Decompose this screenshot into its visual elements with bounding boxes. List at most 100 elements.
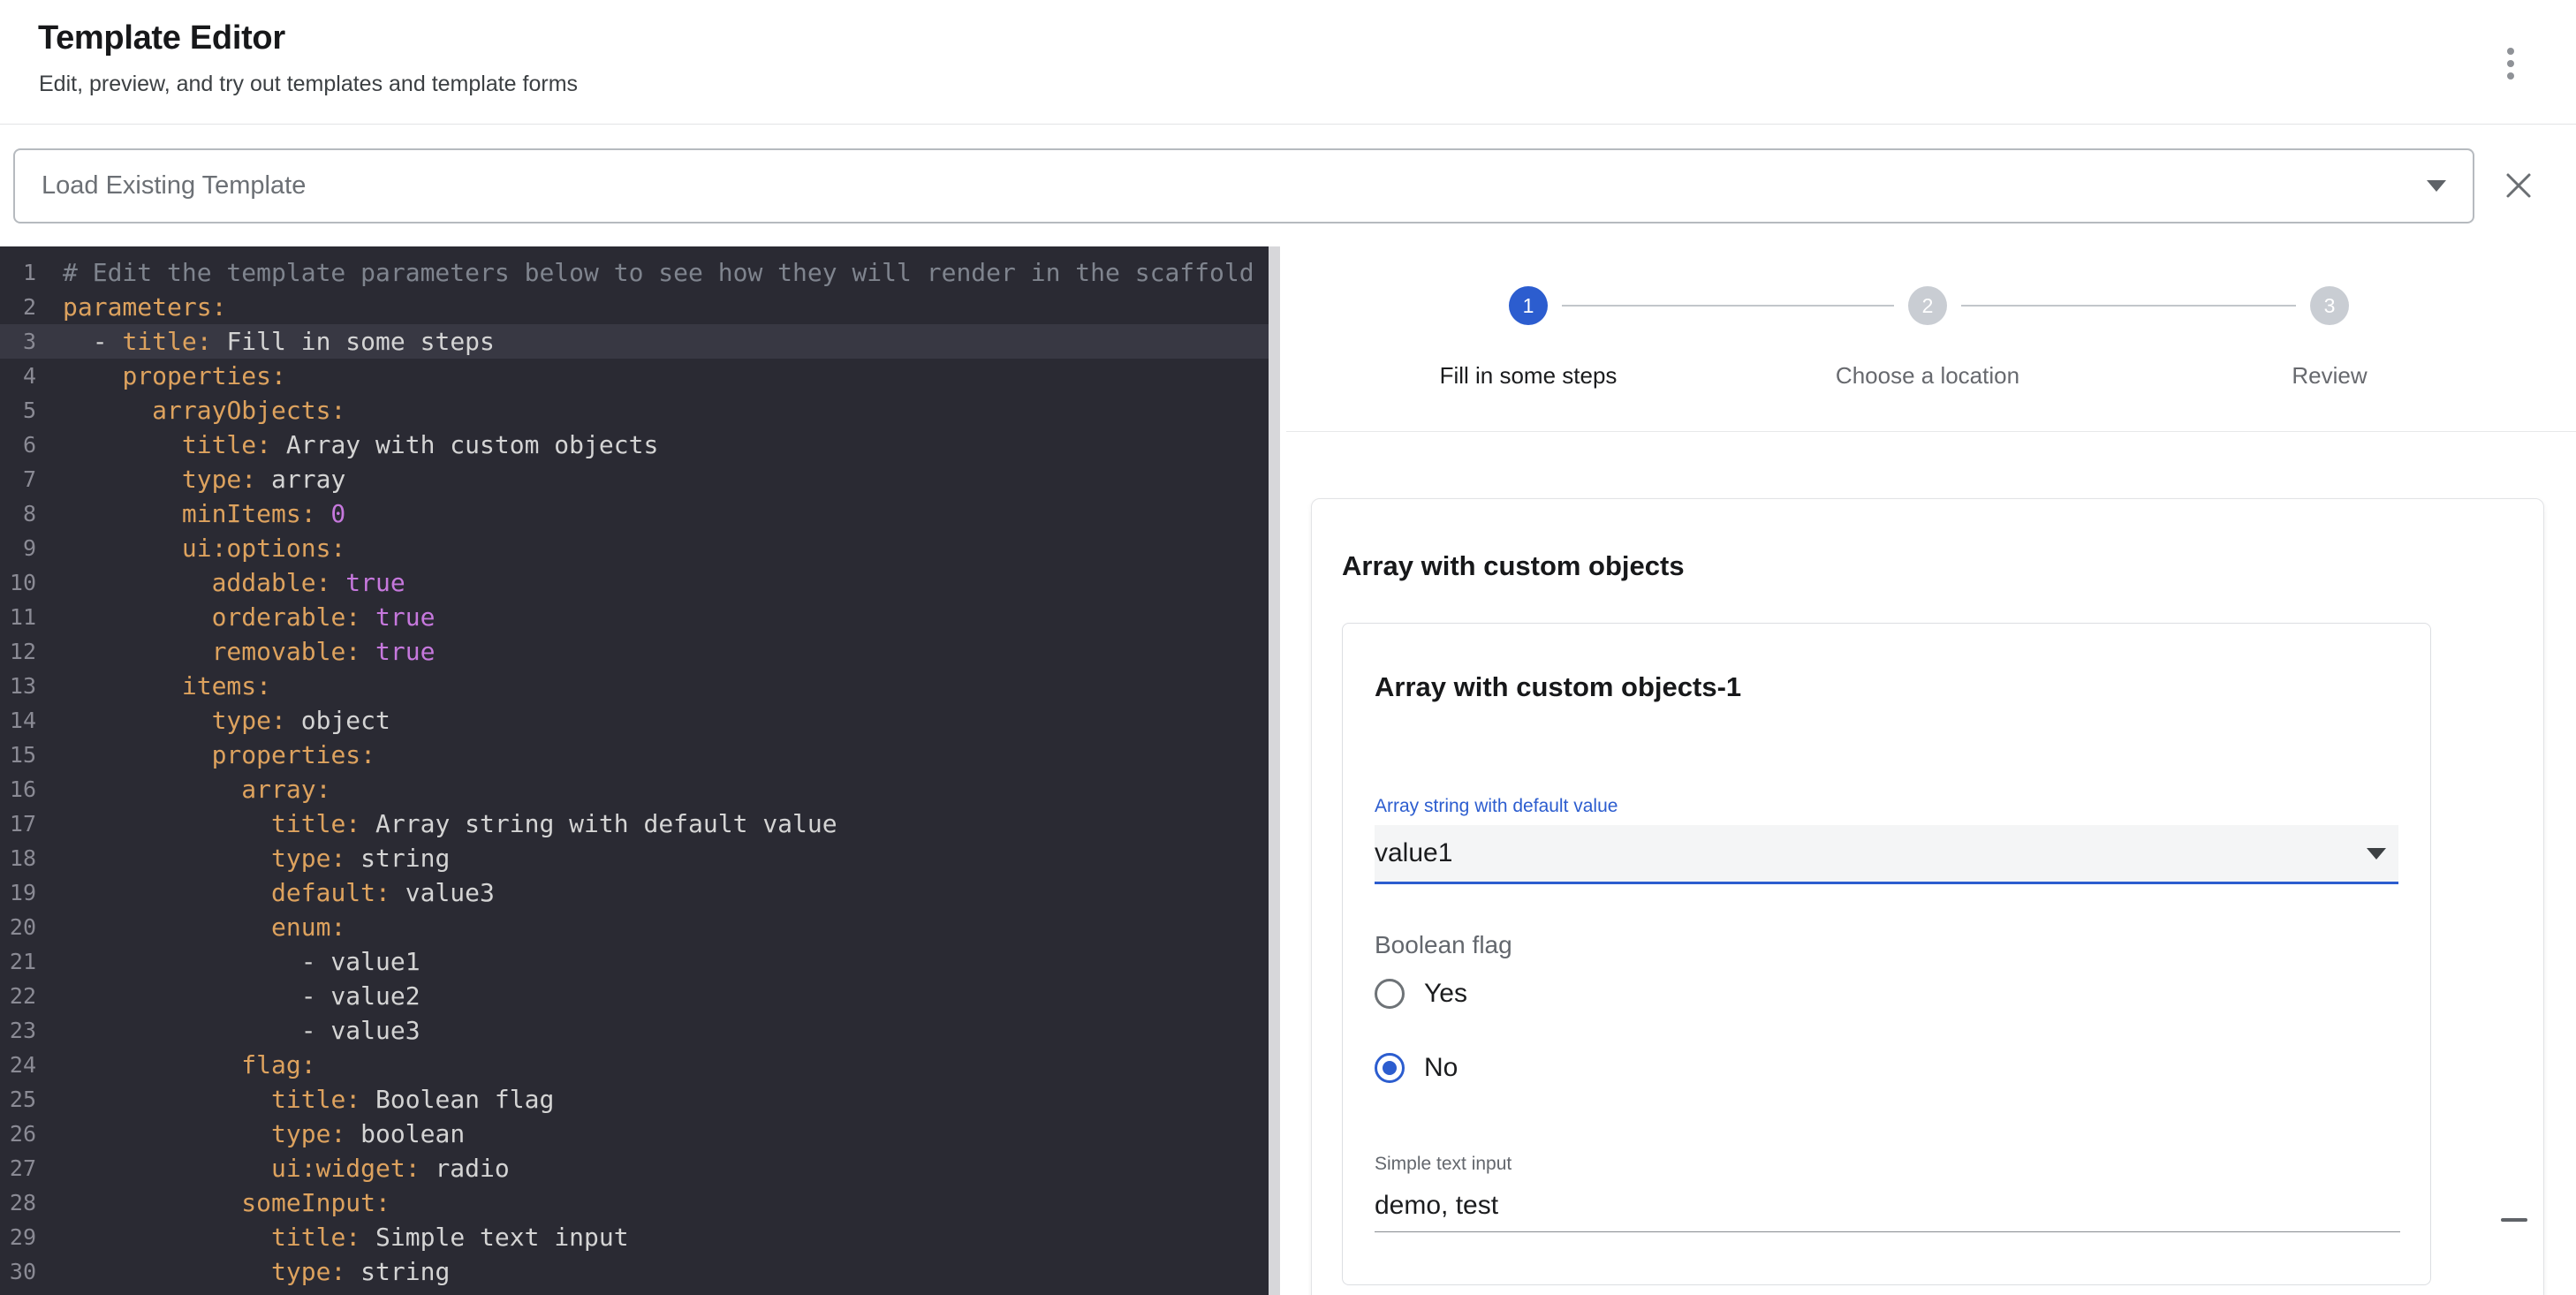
editor-line[interactable]: 7 type: array — [0, 462, 1280, 496]
code-line: type: object — [63, 703, 390, 738]
editor-line[interactable]: 28 someInput: — [0, 1185, 1280, 1220]
editor-line[interactable]: 1# Edit the template parameters below to… — [0, 255, 1280, 290]
line-number: 22 — [0, 979, 36, 1013]
editor-line[interactable]: 23 - value3 — [0, 1013, 1280, 1048]
chevron-down-icon — [2367, 848, 2386, 860]
header-divider — [0, 124, 2576, 125]
step-label-review: Review — [2144, 362, 2515, 390]
editor-line[interactable]: 12 removable: true — [0, 634, 1280, 669]
line-number: 27 — [0, 1151, 36, 1185]
code-line: items: — [63, 669, 271, 703]
array-select-label: Array string with default value — [1375, 795, 2398, 818]
code-line: title: Array string with default value — [63, 807, 837, 841]
editor-line[interactable]: 6 title: Array with custom objects — [0, 428, 1280, 462]
code-line: - value3 — [63, 1013, 420, 1048]
clear-template-button[interactable] — [2492, 159, 2545, 212]
editor-line[interactable]: 19 default: value3 — [0, 875, 1280, 910]
line-number: 23 — [0, 1013, 36, 1048]
editor-line[interactable]: 4 properties: — [0, 359, 1280, 393]
close-icon — [2503, 170, 2534, 201]
array-select-value: value1 — [1375, 838, 1452, 868]
editor-line[interactable]: 24 flag: — [0, 1048, 1280, 1082]
editor-line[interactable]: 17 title: Array string with default valu… — [0, 807, 1280, 841]
code-line: default: value3 — [63, 875, 495, 910]
line-number: 24 — [0, 1048, 36, 1082]
editor-line[interactable]: 2parameters: — [0, 290, 1280, 324]
line-number: 7 — [0, 462, 36, 496]
line-number: 26 — [0, 1117, 36, 1151]
simple-text-input[interactable]: demo, test — [1375, 1188, 2400, 1232]
boolean-flag-label: Boolean flag — [1375, 930, 2398, 960]
chevron-down-icon — [2427, 180, 2446, 192]
page-subtitle: Edit, preview, and try out templates and… — [39, 71, 578, 97]
yaml-editor[interactable]: 1# Edit the template parameters below to… — [0, 246, 1280, 1295]
editor-line[interactable]: 22 - value2 — [0, 979, 1280, 1013]
line-number: 3 — [0, 324, 36, 359]
radio-option-label: No — [1424, 1053, 1458, 1083]
editor-line[interactable]: 26 type: boolean — [0, 1117, 1280, 1151]
line-number: 1 — [0, 255, 36, 290]
step-label-fill-in-some-steps: Fill in some steps — [1343, 362, 1714, 390]
line-number: 30 — [0, 1254, 36, 1289]
kebab-dot-icon — [2507, 72, 2514, 80]
editor-line[interactable]: 8 minItems: 0 — [0, 496, 1280, 531]
editor-line[interactable]: 9 ui:options: — [0, 531, 1280, 565]
code-line: - title: Fill in some steps — [63, 324, 495, 359]
editor-line[interactable]: 18 type: string — [0, 841, 1280, 875]
editor-line[interactable]: 15 properties: — [0, 738, 1280, 772]
remove-item-button[interactable] — [2490, 1196, 2538, 1244]
editor-line[interactable]: 5 arrayObjects: — [0, 393, 1280, 428]
code-line: ui:widget: radio — [63, 1151, 510, 1185]
editor-scrollbar[interactable] — [1269, 246, 1280, 1295]
editor-line[interactable]: 14 type: object — [0, 703, 1280, 738]
editor-line[interactable]: 3 - title: Fill in some steps — [0, 324, 1280, 359]
editor-line[interactable]: 10 addable: true — [0, 565, 1280, 600]
radio-option[interactable]: No — [1375, 1047, 2398, 1089]
code-line: type: string — [63, 1254, 450, 1289]
code-line: array: — [63, 772, 330, 807]
page-header: Template Editor Edit, preview, and try o… — [38, 18, 578, 97]
line-number: 6 — [0, 428, 36, 462]
simple-text-input-label: Simple text input — [1375, 1153, 2398, 1176]
editor-line[interactable]: 29 title: Simple text input — [0, 1220, 1280, 1254]
line-number: 19 — [0, 875, 36, 910]
form-preview-pane: 1 2 3 Fill in some steps Choose a locati… — [1286, 246, 2576, 1295]
line-number: 4 — [0, 359, 36, 393]
code-line: type: string — [63, 841, 450, 875]
code-line: enum: — [63, 910, 345, 944]
line-number: 12 — [0, 634, 36, 669]
line-number: 2 — [0, 290, 36, 324]
editor-line[interactable]: 16 array: — [0, 772, 1280, 807]
page-title: Template Editor — [38, 18, 578, 58]
line-number: 9 — [0, 531, 36, 565]
array-string-select[interactable]: value1 — [1375, 825, 2398, 884]
code-line: ui:options: — [63, 531, 345, 565]
form-card: Array with custom objects Array with cus… — [1311, 498, 2544, 1295]
more-options-button[interactable] — [2489, 42, 2532, 85]
editor-line[interactable]: 13 items: — [0, 669, 1280, 703]
editor-line[interactable]: 21 - value1 — [0, 944, 1280, 979]
editor-line[interactable]: 20 enum: — [0, 910, 1280, 944]
step-indicator-1: 1 — [1509, 286, 1548, 325]
line-number: 18 — [0, 841, 36, 875]
code-line: orderable: true — [63, 600, 435, 634]
editor-line[interactable]: 25 title: Boolean flag — [0, 1082, 1280, 1117]
line-number: 17 — [0, 807, 36, 841]
form-section-title: Array with custom objects — [1342, 549, 2513, 584]
line-number: 28 — [0, 1185, 36, 1220]
line-number: 20 — [0, 910, 36, 944]
step-number: 2 — [1922, 294, 1934, 318]
editor-line[interactable]: 11 orderable: true — [0, 600, 1280, 634]
load-template-select[interactable]: Load Existing Template — [13, 148, 2474, 223]
array-item-card: Array with custom objects-1 Array string… — [1342, 623, 2431, 1285]
code-line: minItems: 0 — [63, 496, 345, 531]
step-connector — [1961, 305, 2296, 307]
template-editor-app: Template Editor Edit, preview, and try o… — [0, 0, 2576, 1295]
editor-line[interactable]: 30 type: string — [0, 1254, 1280, 1289]
step-indicator-3: 3 — [2310, 286, 2349, 325]
radio-option[interactable]: Yes — [1375, 973, 2398, 1015]
code-line: type: boolean — [63, 1117, 465, 1151]
line-number: 11 — [0, 600, 36, 634]
editor-line[interactable]: 27 ui:widget: radio — [0, 1151, 1280, 1185]
code-line: arrayObjects: — [63, 393, 345, 428]
